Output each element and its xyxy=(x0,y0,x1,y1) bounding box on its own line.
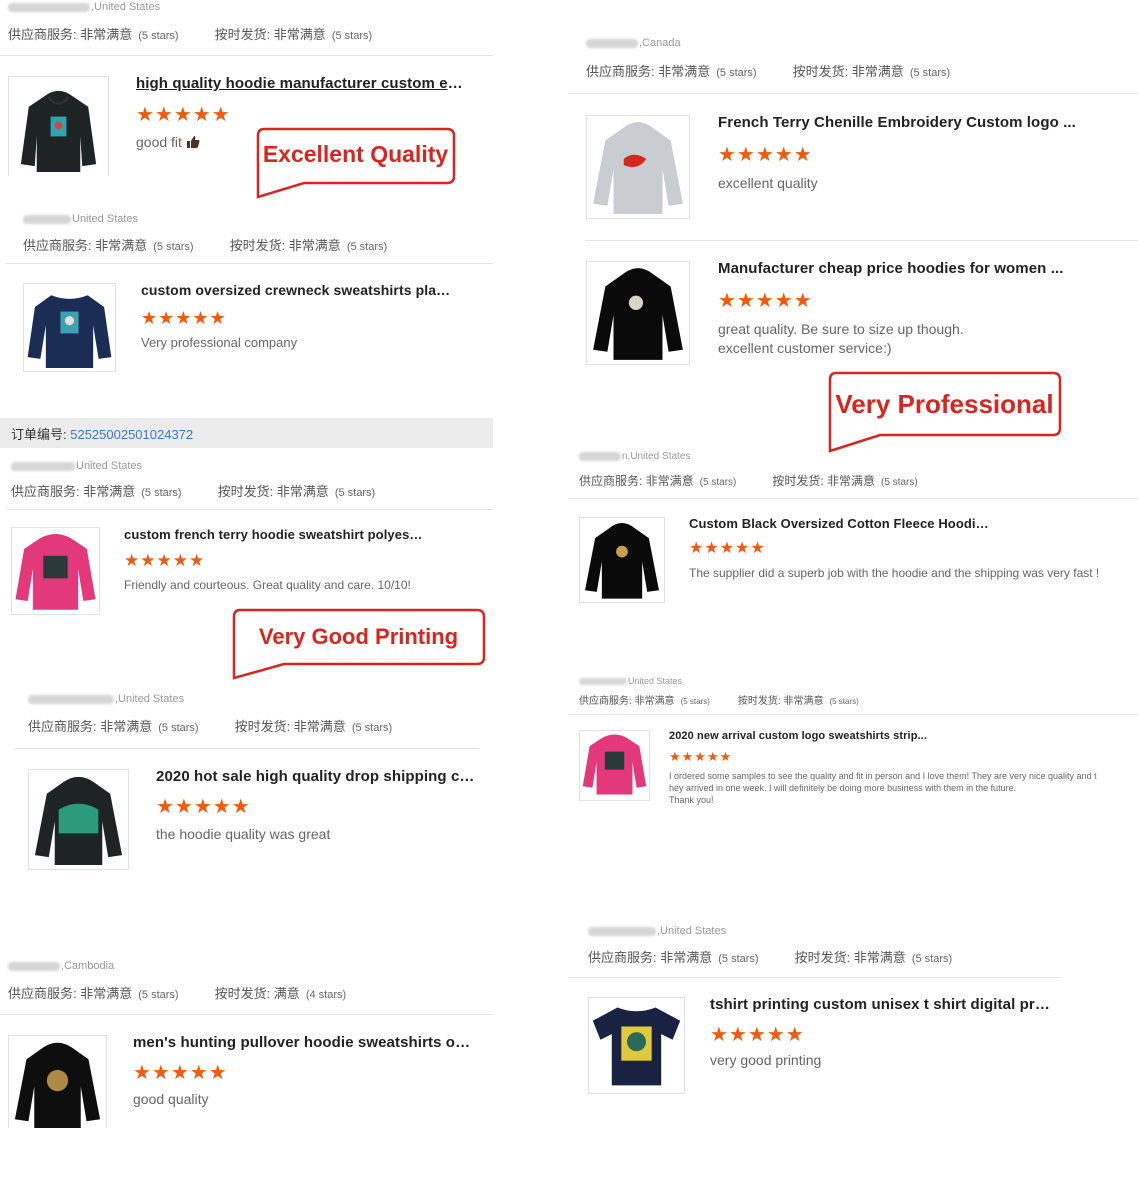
order-number-bar: 订单编号: 52525002501024372 xyxy=(0,418,493,448)
divider xyxy=(6,263,493,264)
product-title[interactable]: custom oversized crewneck sweatshirts pl… xyxy=(141,282,451,298)
star-rating: ★★★★★ xyxy=(669,749,733,764)
star-rating: ★★★★★ xyxy=(133,1062,228,1084)
rating-summary: 供应商服务: 非常满意 (5 stars) 按时发货: 非常满意 (5 stars) xyxy=(8,27,373,42)
rating-summary: 供应商服务: 非常满意 (5 stars) 按时发货: 非常满意 (5 stars) xyxy=(28,719,393,734)
product-title[interactable]: tshirt printing custom unisex t shirt di… xyxy=(710,996,1050,1013)
product-image[interactable] xyxy=(579,517,665,603)
reviewer-name: United States xyxy=(11,460,142,472)
callout-very-good-printing: Very Good Printing xyxy=(232,608,486,680)
rating-summary: 供应商服务: 非常满意 (5 stars) 按时发货: 非常满意 (5 stars) xyxy=(579,474,918,488)
rating-summary: 供应商服务: 非常满意 (5 stars) 按时发货: 非常满意 (5 stars) xyxy=(11,484,376,499)
product-image[interactable] xyxy=(11,527,100,615)
divider xyxy=(0,1014,493,1015)
review-comment: Very professional company xyxy=(141,335,298,350)
review-comment: good fit xyxy=(136,133,200,154)
review-comment: very good printing xyxy=(710,1052,822,1068)
review-comment: The supplier did a superb job with the h… xyxy=(689,566,1100,580)
reviewer-name: ,United States xyxy=(28,693,184,705)
star-rating: ★★★★★ xyxy=(136,104,231,126)
reviewer-name: ,United States xyxy=(588,925,726,937)
star-rating: ★★★★★ xyxy=(718,290,813,312)
divider xyxy=(568,498,1138,499)
product-image[interactable] xyxy=(588,997,685,1094)
product-image[interactable] xyxy=(586,261,690,365)
rating-summary: 供应商服务: 非常满意 (5 stars) 按时发货: 非常满意 (5 stars) xyxy=(586,64,951,79)
rating-summary: 供应商服务: 非常满意 (5 stars) 按时发货: 非常满意 (5 stars) xyxy=(588,950,953,965)
product-title[interactable]: French Terry Chenille Embroidery Custom … xyxy=(718,114,1078,131)
product-image[interactable] xyxy=(28,769,129,870)
thumbs-up-icon xyxy=(186,135,200,154)
divider xyxy=(14,748,479,749)
star-rating: ★★★★★ xyxy=(689,540,766,557)
product-image[interactable] xyxy=(579,730,650,801)
review-comment: the hoodie quality was great xyxy=(156,826,331,842)
product-image[interactable] xyxy=(23,283,116,372)
review-comment: great quality. Be sure to size up though… xyxy=(718,321,964,356)
product-title[interactable]: Manufacturer cheap price hoodies for wom… xyxy=(718,260,1078,277)
star-rating: ★★★★★ xyxy=(710,1024,805,1046)
product-title[interactable]: Custom Black Oversized Cotton Fleece Hoo… xyxy=(689,516,989,531)
order-number-link[interactable]: 52525002501024372 xyxy=(70,427,193,442)
review-comment: good quality xyxy=(133,1091,209,1107)
divider xyxy=(0,55,493,56)
callout-excellent-quality: Excellent Quality xyxy=(256,127,456,199)
divider xyxy=(568,714,1138,715)
divider xyxy=(568,977,1061,978)
reviewer-name: United States xyxy=(23,213,138,225)
product-image[interactable] xyxy=(8,76,109,176)
divider xyxy=(585,240,1138,241)
rating-summary: 供应商服务: 非常满意 (5 stars) 按时发货: 非常满意 (5 stars) xyxy=(23,238,388,253)
reviewer-name: United States xyxy=(579,676,682,686)
star-rating: ★★★★★ xyxy=(141,308,227,328)
reviewer-name: n,United States xyxy=(579,451,690,462)
review-comment: Friendly and courteous. Great quality an… xyxy=(124,578,411,592)
callout-very-professional: Very Professional xyxy=(828,371,1062,453)
review-comment: excellent quality xyxy=(718,175,818,191)
star-rating: ★★★★★ xyxy=(156,796,251,818)
product-image[interactable] xyxy=(8,1035,107,1128)
product-title[interactable]: 2020 hot sale high quality drop shipping… xyxy=(156,768,480,785)
reviewer-name: ,United States xyxy=(8,1,160,13)
rating-summary: 供应商服务: 非常满意 (5 stars) 按时发货: 非常满意 (5 stars) xyxy=(579,696,859,707)
product-image[interactable] xyxy=(586,115,690,219)
star-rating: ★★★★★ xyxy=(124,551,206,570)
star-rating: ★★★★★ xyxy=(718,144,813,166)
divider xyxy=(6,509,493,510)
product-title[interactable]: 2020 new arrival custom logo sweatshirts… xyxy=(669,730,929,742)
product-title[interactable]: men's hunting pullover hoodie sweatshirt… xyxy=(133,1034,473,1051)
product-title-link[interactable]: high quality hoodie manufacturer custom … xyxy=(136,75,476,92)
divider xyxy=(568,93,1138,94)
reviewer-name: ,Canada xyxy=(586,37,681,49)
rating-summary: 供应商服务: 非常满意 (5 stars) 按时发货: 满意 (4 stars) xyxy=(8,986,347,1001)
review-comment: I ordered some samples to see the qualit… xyxy=(669,771,1097,806)
product-title[interactable]: custom french terry hoodie sweatshirt po… xyxy=(124,527,424,542)
reviewer-name: ,Cambodia xyxy=(8,960,114,972)
